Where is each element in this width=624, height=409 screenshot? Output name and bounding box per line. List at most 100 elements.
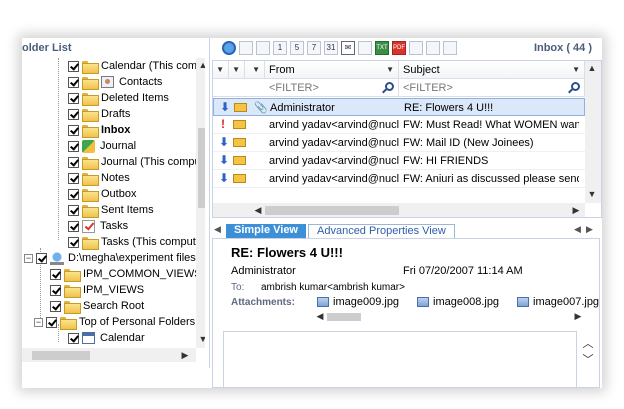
scroll-right-icon[interactable]: ▶ — [569, 205, 583, 216]
scroll-thumb[interactable] — [327, 313, 361, 321]
subject-filter-input[interactable]: <FILTER> — [399, 79, 585, 97]
checkbox[interactable] — [68, 140, 79, 152]
checkbox[interactable] — [68, 236, 79, 248]
day-31-icon[interactable]: 31 — [324, 41, 338, 55]
column-flag[interactable]: ▼ — [213, 61, 229, 79]
scroll-up-icon[interactable]: ▲ — [585, 63, 599, 73]
folder-view-icon[interactable] — [256, 41, 270, 55]
scroll-thumb[interactable] — [265, 206, 399, 215]
search-icon[interactable] — [385, 82, 394, 91]
mail-icon[interactable]: ✉ — [341, 41, 355, 55]
search-icon[interactable] — [571, 82, 580, 91]
checkbox[interactable] — [68, 172, 79, 184]
scroll-thumb[interactable] — [32, 351, 90, 360]
checkbox[interactable] — [68, 156, 79, 168]
checkbox[interactable] — [68, 108, 79, 120]
tree-item-search-root[interactable]: Search Root — [50, 298, 144, 314]
chevron-down-icon[interactable]: ▼ — [232, 61, 240, 79]
tab-first-icon[interactable]: ◀ — [214, 224, 221, 235]
chevron-up-icon[interactable]: ︿ — [581, 335, 595, 351]
tab-simple-view[interactable]: Simple View — [226, 224, 306, 238]
tree-item-notes[interactable]: Notes — [68, 170, 130, 186]
tree-item-pst-file[interactable]: − D:\megha\experiment files' — [24, 250, 196, 266]
scroll-right-icon[interactable]: ▶ — [571, 311, 585, 322]
chevron-down-icon[interactable]: ▼ — [386, 61, 394, 79]
column-type[interactable]: ▼ — [229, 61, 245, 79]
column-attachment[interactable]: ▼ — [245, 61, 265, 79]
chevron-down-icon[interactable]: ﹀ — [581, 351, 595, 367]
find-icon[interactable] — [426, 41, 440, 55]
checkbox[interactable] — [50, 300, 61, 312]
filter-icon[interactable] — [239, 41, 253, 55]
message-subject: RE: Flowers 4 U!!! — [404, 102, 494, 114]
attachments-hscroll[interactable]: ◀ ▶ — [317, 311, 581, 323]
collapse-icon[interactable]: − — [24, 253, 33, 263]
pdf-export-icon[interactable]: PDF — [392, 41, 406, 55]
collapse-icon[interactable]: − — [34, 317, 43, 327]
folder-tree-hscroll[interactable]: ▶ — [22, 348, 196, 362]
message-list-vscroll[interactable]: ▲ ▼ — [585, 61, 601, 203]
tree-item-tasks[interactable]: Tasks — [68, 218, 128, 234]
chevron-down-icon[interactable]: ▼ — [252, 61, 260, 79]
attachment-item[interactable]: image008.jpg — [417, 296, 499, 308]
checkbox[interactable] — [50, 268, 61, 280]
checkbox[interactable] — [68, 60, 79, 72]
chevron-down-icon[interactable]: ▼ — [216, 61, 224, 79]
attachment-item[interactable]: image007.jpg — [517, 296, 599, 308]
tab-advanced-properties-view[interactable]: Advanced Properties View — [308, 224, 455, 238]
tree-item-journal[interactable]: Journal — [68, 138, 136, 154]
message-row[interactable]: ⬇ arvind yadav<arvind@nucle... FW: Aniur… — [213, 170, 585, 188]
checkbox[interactable] — [50, 284, 61, 296]
message-row[interactable]: ⬇ arvind yadav<arvind@nucle... FW: Mail … — [213, 134, 585, 152]
checkbox[interactable] — [68, 220, 79, 232]
day-5-icon[interactable]: 5 — [290, 41, 304, 55]
day-1-icon[interactable]: 1 — [273, 41, 287, 55]
checkbox[interactable] — [68, 188, 79, 200]
refresh-icon[interactable] — [222, 41, 236, 55]
tree-item-inbox[interactable]: Inbox — [68, 122, 130, 138]
message-list-hscroll[interactable]: ◀ ▶ — [213, 203, 585, 217]
tree-item-sent-items[interactable]: Sent Items — [68, 202, 154, 218]
tree-item-ipm-common-views[interactable]: IPM_COMMON_VIEWS — [50, 266, 196, 282]
html-export-icon[interactable] — [409, 41, 423, 55]
tree-item-calendar[interactable]: Calendar — [68, 330, 145, 346]
msg-export-icon[interactable] — [358, 41, 372, 55]
message-row[interactable]: ! arvind yadav<arvind@nucle... FW: Must … — [213, 116, 585, 134]
from-filter-input[interactable]: <FILTER> — [265, 79, 399, 97]
chevron-down-icon[interactable]: ▼ — [572, 61, 580, 79]
tree-item-calendar-this[interactable]: Calendar (This com — [68, 58, 196, 74]
checkbox[interactable] — [68, 76, 79, 88]
scroll-left-icon[interactable]: ◀ — [313, 311, 327, 322]
checkbox[interactable] — [68, 204, 79, 216]
message-row[interactable]: ⬇ arvind yadav<arvind@nucle... FW: HI FR… — [213, 152, 585, 170]
tree-item-deleted-items[interactable]: Deleted Items — [68, 90, 169, 106]
tab-next-icon[interactable]: ▶ — [586, 224, 593, 235]
checkbox[interactable] — [68, 124, 79, 136]
tree-item-top-personal-folders[interactable]: − Top of Personal Folders — [34, 314, 195, 330]
scroll-left-icon[interactable]: ◀ — [251, 205, 265, 216]
tab-prev-icon[interactable]: ◀ — [574, 224, 581, 235]
tree-item-journal-this[interactable]: Journal (This compu — [68, 154, 196, 170]
envelope-icon — [233, 138, 246, 147]
checkbox[interactable] — [36, 252, 47, 264]
attachment-item[interactable]: image009.jpg — [317, 296, 399, 308]
tree-item-drafts[interactable]: Drafts — [68, 106, 130, 122]
txt-export-icon[interactable]: TXT — [375, 41, 389, 55]
checkbox[interactable] — [68, 92, 79, 104]
preview-from: Administrator — [231, 265, 296, 277]
scroll-right-icon[interactable]: ▶ — [178, 350, 192, 361]
column-from[interactable]: From ▼ — [265, 61, 399, 79]
message-row[interactable]: ⬇ 📎 Administrator RE: Flowers 4 U!!! — [213, 98, 585, 116]
message-body[interactable] — [223, 331, 577, 387]
checkbox[interactable] — [46, 316, 57, 328]
tree-item-tasks-this[interactable]: Tasks (This comput — [68, 234, 196, 250]
scroll-down-icon[interactable]: ▼ — [585, 189, 599, 199]
settings-icon[interactable] — [443, 41, 457, 55]
tree-item-ipm-views[interactable]: IPM_VIEWS — [50, 282, 144, 298]
column-subject[interactable]: Subject ▼ — [399, 61, 585, 79]
tree-item-outbox[interactable]: Outbox — [68, 186, 136, 202]
body-vscroll[interactable]: ︿ ﹀ — [581, 335, 595, 367]
tree-item-contacts[interactable]: Contacts — [68, 74, 162, 90]
checkbox[interactable] — [68, 332, 79, 344]
day-7-icon[interactable]: 7 — [307, 41, 321, 55]
